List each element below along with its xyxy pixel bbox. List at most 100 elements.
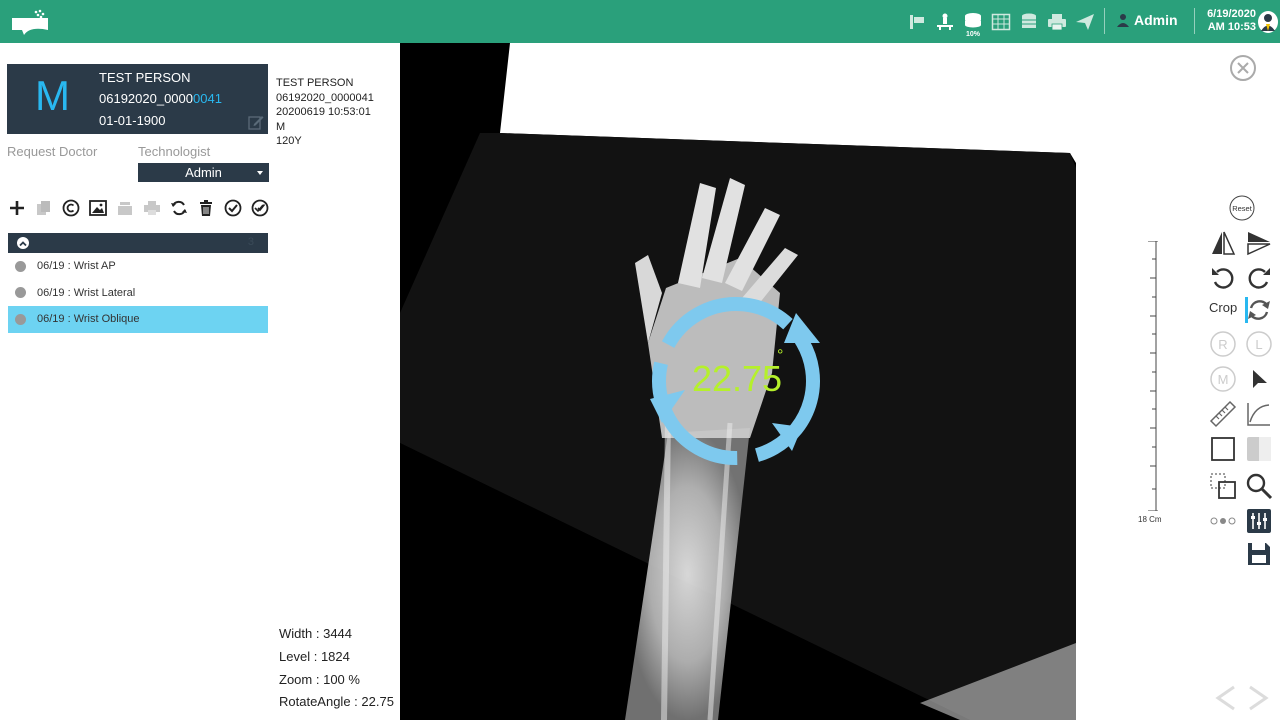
- invert-icon[interactable]: [1244, 434, 1274, 464]
- marker-l-label: L: [1255, 337, 1262, 352]
- xray-table-icon[interactable]: [933, 9, 957, 35]
- zoom-label: Zoom :: [279, 671, 320, 687]
- status-dot-icon: [15, 260, 26, 272]
- info-age: 120Y: [276, 135, 302, 147]
- user-icon: [1117, 14, 1129, 27]
- storage-icon[interactable]: 10%: [961, 9, 985, 38]
- copy-icon[interactable]: [35, 197, 53, 219]
- worklist-grid-icon[interactable]: [989, 9, 1013, 35]
- info-id: 06192020_0000041: [276, 91, 374, 104]
- save-icon[interactable]: [1244, 539, 1274, 569]
- series-header: 3: [8, 233, 268, 253]
- database-icon[interactable]: [1017, 9, 1041, 35]
- level-value: 1824: [320, 648, 350, 664]
- width-label: Width :: [279, 626, 320, 641]
- print-icon[interactable]: [143, 197, 161, 219]
- collapse-icon[interactable]: [17, 237, 29, 249]
- info-name: TEST PERSON: [276, 77, 354, 89]
- rotate-value: 22.75: [361, 694, 394, 710]
- list-item[interactable]: 06/19 : Wrist Oblique: [8, 306, 268, 333]
- series-label: 06/19 : Wrist Lateral: [37, 286, 136, 299]
- add-icon[interactable]: [8, 197, 26, 219]
- rectangle-icon[interactable]: [1208, 434, 1238, 464]
- request-doctor-label: Request Doctor: [7, 144, 98, 159]
- curve-measure-icon[interactable]: [1244, 399, 1274, 429]
- marker-m-label: M: [1218, 372, 1229, 387]
- profile-avatar-icon[interactable]: [1258, 11, 1278, 33]
- date-text: 6/19/2020: [1207, 8, 1256, 20]
- patient-name: TEST PERSON: [99, 70, 191, 85]
- crop-region-icon[interactable]: [1208, 471, 1238, 501]
- status-dot-icon: [15, 287, 26, 299]
- patient-dob: 01-01-1900: [99, 113, 166, 128]
- level-label: Level :: [279, 648, 318, 664]
- series-list: 06/19 : Wrist AP 06/19 : Wrist Lateral 0…: [8, 253, 268, 708]
- series-label: 06/19 : Wrist Oblique: [37, 313, 140, 326]
- technologist-value: Admin: [185, 165, 222, 180]
- chevron-down-icon: [257, 171, 263, 175]
- image-navigation: [1215, 685, 1269, 711]
- next-image-icon[interactable]: [1249, 685, 1269, 711]
- datetime: 6/19/2020 AM 10:53: [1206, 8, 1256, 34]
- zoom-unit: %: [348, 671, 360, 687]
- marker-r-icon[interactable]: R: [1208, 329, 1238, 359]
- flip-vertical-icon[interactable]: [1244, 228, 1274, 258]
- scale-ruler: [1148, 241, 1158, 511]
- patient-id: 06192020_00000041: [99, 91, 222, 106]
- detector-icon[interactable]: [905, 9, 929, 35]
- marker-m-icon[interactable]: M: [1208, 364, 1238, 394]
- reset-label: Reset: [1232, 204, 1253, 213]
- user-menu[interactable]: Admin: [1116, 12, 1178, 28]
- image-viewer[interactable]: 22.75 °: [400, 43, 1076, 720]
- width-value: 3444: [323, 626, 353, 641]
- edit-icon[interactable]: [248, 114, 264, 130]
- patient-info: TEST PERSON 06192020_0000041 20200619 10…: [276, 76, 374, 149]
- user-name: Admin: [1134, 12, 1178, 28]
- printer-icon[interactable]: [1045, 9, 1069, 35]
- patient-card: M TEST PERSON 06192020_00000041 01-01-19…: [7, 64, 268, 134]
- top-bar: 10% Admin 6/19/2020 AM 10:53: [0, 0, 1280, 43]
- ruler-label: 18 Cm: [1138, 515, 1162, 524]
- previous-image-icon[interactable]: [1215, 685, 1235, 711]
- rotate-angle-display: 22.75: [692, 358, 782, 399]
- free-rotate-icon[interactable]: [1244, 295, 1274, 325]
- image-icon[interactable]: [89, 197, 107, 219]
- marker-l-icon[interactable]: L: [1244, 329, 1274, 359]
- close-icon[interactable]: [1229, 54, 1257, 82]
- series-count: 3: [247, 236, 254, 248]
- check-icon[interactable]: [224, 197, 242, 219]
- crop-button[interactable]: Crop: [1209, 300, 1237, 315]
- stack-icon[interactable]: [116, 197, 134, 219]
- magnifier-icon[interactable]: [1244, 471, 1274, 501]
- left-panel: M TEST PERSON 06192020_00000041 01-01-19…: [0, 43, 400, 720]
- patient-id-prefix: 06192020_0000: [99, 91, 193, 106]
- image-stats: Width : 3444 Level : 1824 Zoom : 100 % R…: [279, 623, 394, 714]
- series-toolbar: [8, 197, 269, 219]
- refresh-icon[interactable]: [170, 197, 188, 219]
- rotate-left-icon[interactable]: [1208, 263, 1238, 293]
- double-check-icon[interactable]: [251, 197, 269, 219]
- technologist-select[interactable]: Admin: [138, 163, 269, 182]
- marker-r-label: R: [1218, 337, 1227, 352]
- adjust-sliders-icon[interactable]: [1244, 506, 1274, 536]
- storage-percent: 10%: [965, 31, 980, 38]
- copyright-icon[interactable]: [62, 197, 80, 219]
- time-text: AM 10:53: [1207, 21, 1256, 33]
- list-item[interactable]: 06/19 : Wrist Lateral: [8, 280, 268, 307]
- send-icon[interactable]: [1073, 9, 1097, 35]
- reset-button[interactable]: Reset: [1227, 193, 1257, 223]
- more-options-icon[interactable]: [1208, 506, 1238, 536]
- zoom-value: 100: [323, 671, 345, 687]
- status-dot-icon: [15, 313, 26, 325]
- rotate-right-icon[interactable]: [1244, 263, 1274, 293]
- ruler-measure-icon[interactable]: [1208, 399, 1238, 429]
- series-label: 06/19 : Wrist AP: [37, 260, 116, 273]
- patient-id-suffix: 0041: [193, 91, 222, 106]
- pointer-icon[interactable]: [1244, 364, 1274, 394]
- app-logo: [12, 9, 48, 35]
- xray-canvas[interactable]: 22.75 °: [400, 43, 1076, 720]
- right-panel: 18 Cm Reset Crop R L M: [1076, 43, 1280, 720]
- flip-horizontal-icon[interactable]: [1208, 228, 1238, 258]
- trash-icon[interactable]: [197, 197, 215, 219]
- list-item[interactable]: 06/19 : Wrist AP: [8, 253, 268, 280]
